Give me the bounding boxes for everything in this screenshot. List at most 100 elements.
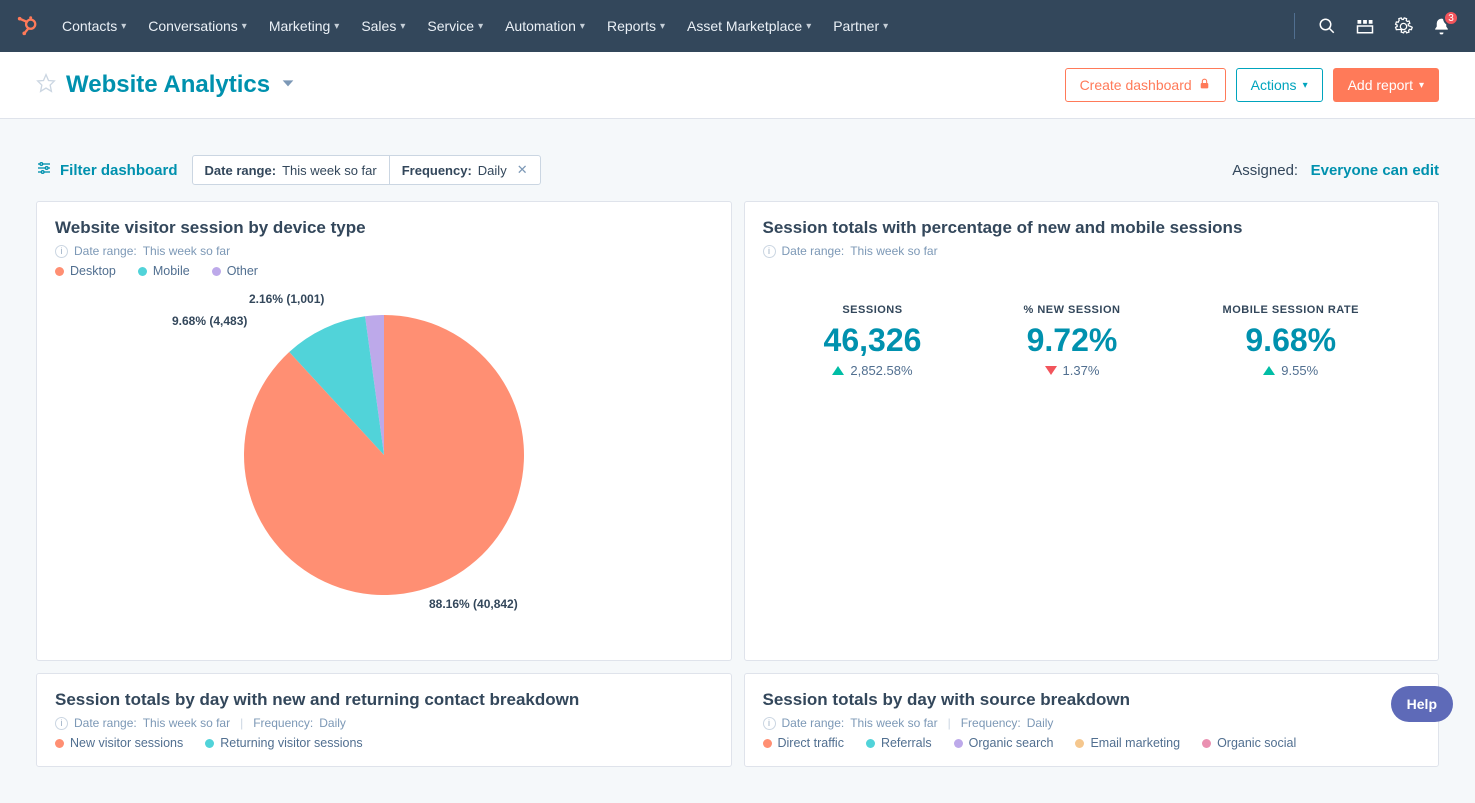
legend-item[interactable]: Desktop (55, 264, 116, 278)
legend-item[interactable]: Returning visitor sessions (205, 736, 362, 750)
nav-item-partner[interactable]: Partner▾ (823, 10, 898, 42)
legend-dot (205, 739, 214, 748)
lock-icon (1198, 77, 1211, 93)
legend-dot (1075, 739, 1084, 748)
card-title: Session totals with percentage of new an… (763, 218, 1421, 238)
nav-menu: Contacts▾ Conversations▾ Marketing▾ Sale… (52, 10, 1294, 42)
info-icon[interactable]: i (763, 245, 776, 258)
chevron-down-icon: ▾ (660, 21, 665, 32)
card-title: Session totals by day with source breakd… (763, 690, 1421, 710)
top-nav: Contacts▾ Conversations▾ Marketing▾ Sale… (0, 0, 1475, 52)
nav-label: Asset Marketplace (687, 18, 802, 34)
divider (1294, 13, 1295, 39)
assigned-wrap: Assigned: Everyone can edit (1232, 162, 1439, 179)
pie-chart: 88.16% (40,842) 9.68% (4,483) 2.16% (1,0… (55, 290, 713, 620)
card-subtitle: i Date range: This week so far (763, 244, 1421, 258)
chevron-down-icon: ▾ (121, 21, 126, 32)
filter-frequency[interactable]: Frequency: Daily ✕ (389, 156, 540, 184)
hubspot-logo-icon[interactable] (10, 15, 44, 37)
title-dropdown-icon[interactable] (280, 75, 296, 96)
card-source-breakdown: Session totals by day with source breakd… (744, 673, 1440, 767)
legend-dot (954, 739, 963, 748)
filter-dashboard-link[interactable]: Filter dashboard (36, 160, 178, 180)
favorite-star-icon[interactable] (36, 73, 56, 98)
legend-label: Other (227, 264, 258, 278)
legend-item[interactable]: Email marketing (1075, 736, 1180, 750)
nav-label: Marketing (269, 18, 330, 34)
actions-button[interactable]: Actions ▾ (1236, 68, 1323, 102)
chevron-down-icon: ▾ (242, 21, 247, 32)
legend-label: Organic social (1217, 736, 1296, 750)
filter-date-range[interactable]: Date range: This week so far (193, 157, 389, 184)
info-icon[interactable]: i (55, 245, 68, 258)
gear-icon[interactable] (1393, 16, 1413, 36)
pie-label-other: 2.16% (1,001) (249, 292, 324, 306)
search-icon[interactable] (1317, 16, 1337, 36)
sub-label: Date range: (782, 716, 845, 730)
kpi-label: % NEW SESSION (1023, 304, 1120, 316)
nav-item-service[interactable]: Service ▾ (417, 10, 493, 42)
chevron-down-icon: ▾ (400, 21, 405, 32)
nav-label: Sales (361, 18, 396, 34)
button-label: Create dashboard (1080, 77, 1192, 93)
nav-item-marketing[interactable]: Marketing▾ (259, 10, 350, 42)
sub-label: Frequency: (961, 716, 1021, 730)
page-title[interactable]: Website Analytics (66, 71, 270, 99)
chevron-down-icon: ▾ (1419, 80, 1424, 91)
sub-value: This week so far (143, 244, 230, 258)
kpi-delta: 1.37% (1023, 363, 1120, 378)
nav-label: Reports (607, 18, 656, 34)
close-icon[interactable]: ✕ (513, 162, 528, 178)
kpi-delta: 2,852.58% (824, 363, 922, 378)
legend-item[interactable]: Mobile (138, 264, 190, 278)
nav-label: Service (427, 18, 474, 34)
kpi-delta-value: 1.37% (1063, 363, 1100, 378)
legend-item[interactable]: Organic search (954, 736, 1054, 750)
kpi-row: SESSIONS 46,326 2,852.58% % NEW SESSION … (763, 264, 1421, 398)
kpi-value: 9.68% (1223, 322, 1359, 359)
assigned-link[interactable]: Everyone can edit (1311, 162, 1439, 179)
legend: Desktop Mobile Other (55, 264, 713, 278)
chevron-down-icon: ▾ (478, 21, 483, 32)
kpi-delta: 9.55% (1223, 363, 1359, 378)
chevron-down-icon: ▾ (883, 21, 888, 32)
nav-item-asset-marketplace[interactable]: Asset Marketplace▾ (677, 10, 821, 42)
marketplace-icon[interactable] (1355, 16, 1375, 36)
nav-item-conversations[interactable]: Conversations▾ (138, 10, 257, 42)
create-dashboard-button[interactable]: Create dashboard (1065, 68, 1226, 102)
down-arrow-icon (1045, 366, 1057, 375)
filter-label: Filter dashboard (60, 162, 178, 179)
legend-dot (55, 739, 64, 748)
pill-value: This week so far (282, 163, 377, 178)
page-title-wrap: Website Analytics (36, 71, 296, 99)
add-report-button[interactable]: Add report ▾ (1333, 68, 1439, 102)
kpi-value: 46,326 (824, 322, 922, 359)
nav-item-sales[interactable]: Sales ▾ (351, 10, 415, 42)
nav-label: Contacts (62, 18, 117, 34)
info-icon[interactable]: i (55, 717, 68, 730)
legend-label: Referrals (881, 736, 932, 750)
info-icon[interactable]: i (763, 717, 776, 730)
legend-item[interactable]: Referrals (866, 736, 932, 750)
notification-badge: 3 (1443, 10, 1459, 26)
legend-label: Returning visitor sessions (220, 736, 362, 750)
legend-item[interactable]: Organic social (1202, 736, 1296, 750)
nav-item-contacts[interactable]: Contacts ▾ (52, 10, 136, 42)
card-subtitle: i Date range: This week so far | Frequen… (55, 716, 713, 730)
help-button[interactable]: Help (1391, 686, 1453, 722)
sub-label: Date range: (74, 716, 137, 730)
card-device-type: Website visitor session by device type i… (36, 201, 732, 661)
legend-item[interactable]: Other (212, 264, 258, 278)
pill-label: Frequency: (402, 163, 472, 178)
legend-label: Desktop (70, 264, 116, 278)
filter-left: Filter dashboard Date range: This week s… (36, 155, 541, 185)
legend-item[interactable]: New visitor sessions (55, 736, 183, 750)
pie-svg (244, 315, 524, 595)
kpi-delta-value: 2,852.58% (850, 363, 912, 378)
nav-item-reports[interactable]: Reports ▾ (597, 10, 675, 42)
legend-dot (1202, 739, 1211, 748)
button-label: Add report (1348, 77, 1413, 93)
notifications-icon[interactable]: 3 (1431, 16, 1451, 36)
nav-item-automation[interactable]: Automation▾ (495, 10, 595, 42)
legend-item[interactable]: Direct traffic (763, 736, 844, 750)
